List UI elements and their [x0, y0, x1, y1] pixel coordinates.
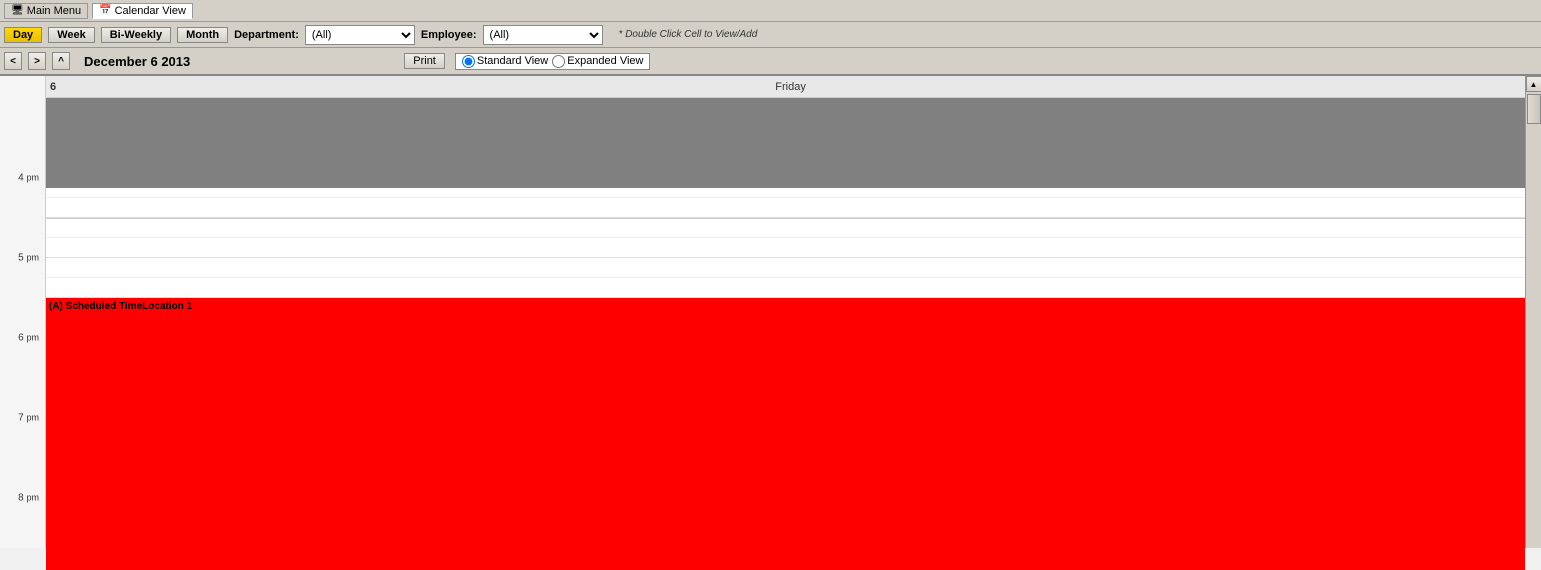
expanded-view-label[interactable]: Expanded View	[552, 55, 643, 68]
date-title: December 6 2013	[84, 54, 190, 69]
calendar-view-tab[interactable]: 📅 Calendar View	[92, 3, 193, 19]
time-label-7pm: 7 pm	[18, 413, 39, 424]
slot-530pm-a[interactable]	[46, 258, 1525, 278]
time-label-6pm: 6 pm	[18, 333, 39, 344]
time-gutter: 4 pm 5 pm 6 pm 7 pm 8 pm	[0, 76, 46, 548]
main-grid: 6 Friday	[46, 76, 1525, 548]
slot-5pm-b[interactable]	[46, 238, 1525, 258]
prev-button[interactable]: <	[4, 52, 22, 70]
employee-select[interactable]: (All)	[483, 25, 603, 45]
time-label-8pm: 8 pm	[18, 493, 39, 504]
expanded-view-radio[interactable]	[552, 55, 565, 68]
calendar-icon: 📅	[99, 5, 111, 16]
main-menu-tab[interactable]: 🖥 Main Menu	[4, 3, 88, 19]
print-button[interactable]: Print	[404, 53, 445, 69]
week-button[interactable]: Week	[48, 27, 95, 43]
title-bar: 🖥 Main Menu 📅 Calendar View	[0, 0, 1541, 22]
main-menu-label: Main Menu	[27, 5, 81, 17]
day-button[interactable]: Day	[4, 27, 42, 43]
department-select[interactable]: (All)	[305, 25, 415, 45]
event-block-gray[interactable]	[46, 98, 1525, 188]
main-menu-icon: 🖥	[11, 5, 24, 16]
department-dropdown-wrap: (All)	[305, 25, 415, 45]
calendar-area: 4 pm 5 pm 6 pm 7 pm 8 pm 6 Friday	[0, 76, 1541, 548]
standard-view-label[interactable]: Standard View	[462, 55, 548, 68]
scroll-up-button[interactable]: ▲	[1526, 76, 1541, 92]
employee-label: Employee:	[421, 29, 477, 41]
hint-text: * Double Click Cell to View/Add	[619, 29, 758, 40]
slot-530pm-b[interactable]	[46, 278, 1525, 298]
standard-view-text: Standard View	[477, 55, 548, 67]
biweekly-button[interactable]: Bi-Weekly	[101, 27, 171, 43]
day-number: 6	[46, 81, 56, 93]
event-gray-text	[46, 100, 52, 113]
calendar-view-label: Calendar View	[115, 5, 186, 17]
slot-430pm-b[interactable]	[46, 198, 1525, 218]
slot-5pm-a[interactable]	[46, 218, 1525, 238]
toolbar-row1: Day Week Bi-Weekly Month Department: (Al…	[0, 22, 1541, 48]
scrollbar[interactable]: ▲	[1525, 76, 1541, 548]
event-red-text: (A) Scheduled TimeLocation 1	[46, 300, 195, 313]
view-radio-group: Standard View Expanded View	[455, 53, 651, 70]
next-button[interactable]: >	[28, 52, 46, 70]
day-header: 6 Friday	[46, 76, 1525, 98]
department-label: Department:	[234, 29, 299, 41]
day-name: Friday	[56, 81, 1525, 93]
month-button[interactable]: Month	[177, 27, 228, 43]
employee-dropdown-wrap: (All)	[483, 25, 603, 45]
time-slots-container[interactable]: (A) Scheduled TimeLocation 1	[46, 98, 1525, 548]
standard-view-radio[interactable]	[462, 55, 475, 68]
scroll-thumb[interactable]	[1527, 94, 1541, 124]
time-label-4pm: 4 pm	[18, 173, 39, 184]
up-button[interactable]: ^	[52, 52, 70, 70]
time-label-5pm: 5 pm	[18, 253, 39, 264]
expanded-view-text: Expanded View	[567, 55, 643, 67]
toolbar-row2: < > ^ December 6 2013 Print Standard Vie…	[0, 48, 1541, 76]
event-block-red[interactable]: (A) Scheduled TimeLocation 1	[46, 298, 1525, 570]
